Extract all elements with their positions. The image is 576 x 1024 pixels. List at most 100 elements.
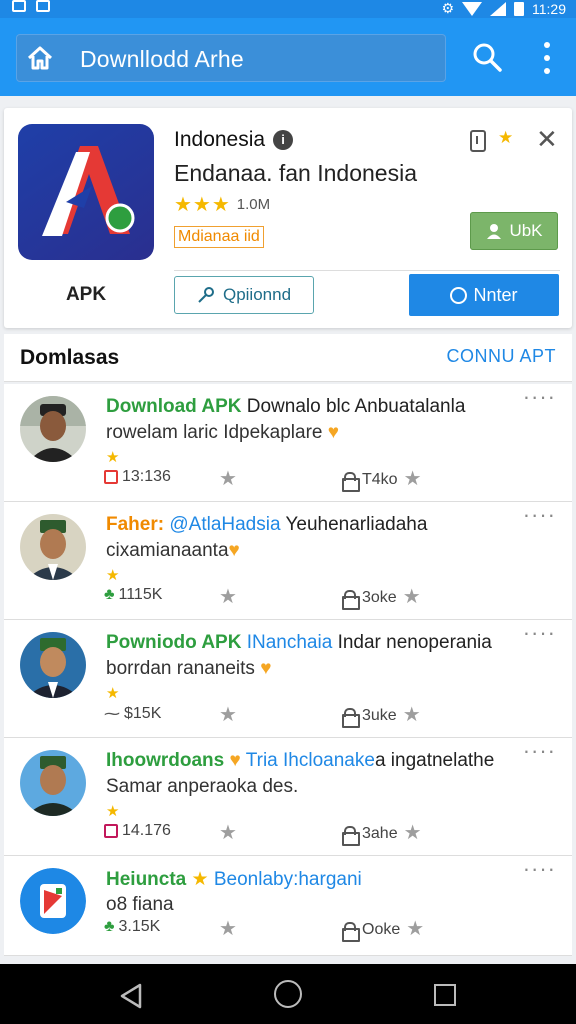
optional-button[interactable]: Qpiionnd xyxy=(174,276,314,314)
category-tag[interactable]: Mdianaa iid xyxy=(174,226,264,248)
list-item[interactable]: Ihoowrdoans ♥ Tria Ihcloanakea ingatnela… xyxy=(4,738,572,856)
item-subtext: rowelam laric Idpekaplare xyxy=(106,422,323,443)
item-handle[interactable]: INanchaia xyxy=(241,632,333,653)
battery-icon xyxy=(514,1,524,16)
item-downloads: 1115K xyxy=(118,586,163,603)
featured-app-card[interactable]: APK Indonesia i Endanaa. fan Indonesia ★… xyxy=(4,108,572,328)
item-size: 3uke xyxy=(362,706,397,724)
status-bar: ⚙ 11:29 xyxy=(0,0,576,18)
rate-star-icon[interactable]: ★ xyxy=(403,584,421,609)
clock-icon xyxy=(450,286,468,304)
item-downloads: 13:136 xyxy=(122,468,171,485)
lock-icon xyxy=(342,707,360,728)
app-logo[interactable] xyxy=(18,124,154,260)
item-text: Yeuhenarliadaha xyxy=(280,514,428,535)
rating-count: 1.0M xyxy=(236,196,271,213)
item-highlight: Download APK xyxy=(106,396,242,417)
lock-icon xyxy=(342,471,360,492)
item-handle[interactable]: @AtlaHadsia xyxy=(169,514,280,535)
section-link[interactable]: CONNU APT xyxy=(446,346,556,367)
avatar xyxy=(20,750,86,816)
home-icon[interactable] xyxy=(26,44,54,72)
app-bar: Downllodd Arhe xyxy=(0,18,576,96)
cart-icon xyxy=(104,470,118,484)
key-icon xyxy=(198,287,214,303)
home-nav-icon[interactable] xyxy=(274,980,302,1008)
lock-icon xyxy=(342,825,360,846)
item-downloads: $15K xyxy=(124,705,162,722)
user-button[interactable]: UbK xyxy=(470,212,558,250)
rate-star-icon[interactable]: ★ xyxy=(219,820,237,845)
rate-star-icon[interactable]: ★ xyxy=(403,702,421,727)
apk-label: APK xyxy=(65,284,107,305)
item-size: 3oke xyxy=(362,588,397,606)
item-more-icon[interactable]: ···· xyxy=(523,504,556,526)
item-more-icon[interactable]: ···· xyxy=(523,740,556,762)
featured-rating: ★★★ 1.0M xyxy=(174,192,270,217)
list-item[interactable]: Heiuncta ★ Beonlaby:hargani o8 fiana ···… xyxy=(4,856,572,956)
heart-icon: ♥ xyxy=(260,658,272,679)
app-title: Downllodd Arhe xyxy=(80,46,244,72)
recent-apps-icon[interactable] xyxy=(434,984,456,1006)
rating-stars-icon: ★★★ xyxy=(174,194,231,216)
heart-icon: ♥ xyxy=(229,750,241,771)
rate-star-icon[interactable]: ★ xyxy=(219,466,237,491)
item-subtext: cixamianaanta xyxy=(106,540,229,561)
list-item[interactable]: Download APK Downalo blc Anbuatalanla ro… xyxy=(4,384,572,502)
download-list: Download APK Downalo blc Anbuatalanla ro… xyxy=(4,384,572,956)
section-title: Domlasas xyxy=(20,346,120,369)
rate-star-icon[interactable]: ★ xyxy=(406,916,424,941)
small-star-icon: ★ xyxy=(106,449,120,466)
small-star-icon: ★ xyxy=(106,803,120,820)
item-handle[interactable]: Beonlaby:hargani xyxy=(209,869,362,890)
item-subtext: borrdan rananeits xyxy=(106,658,255,679)
app-logo-graphic xyxy=(42,146,135,236)
rate-star-icon[interactable]: ★ xyxy=(219,702,237,727)
item-text: Downalo blc Anbuatalanla xyxy=(241,396,466,417)
signal-icon xyxy=(490,1,506,16)
divider xyxy=(174,270,560,271)
list-item[interactable]: Powniodo APK INanchaia Indar nenoperania… xyxy=(4,620,572,738)
user-icon xyxy=(487,224,502,239)
small-star-icon: ★ xyxy=(106,567,120,584)
back-icon[interactable] xyxy=(118,982,144,1010)
close-icon[interactable]: ✕ xyxy=(536,126,558,152)
item-downloads: 14.176 xyxy=(122,822,171,839)
rate-star-icon[interactable]: ★ xyxy=(219,916,237,941)
item-handle[interactable]: Tria Ihcloanake xyxy=(241,750,375,771)
rate-star-icon[interactable]: ★ xyxy=(404,820,422,845)
navigation-bar xyxy=(0,964,576,1024)
title-bar[interactable]: Downllodd Arhe xyxy=(16,34,446,82)
rate-star-icon[interactable]: ★ xyxy=(219,584,237,609)
item-highlight: Faher: xyxy=(106,514,170,535)
image-notification-icon xyxy=(36,0,50,12)
more-options-icon[interactable] xyxy=(537,42,557,74)
small-star-icon: ★ xyxy=(106,685,120,702)
item-subtext: Samar anperaoka des. xyxy=(106,776,299,797)
featured-title: Indonesia i xyxy=(174,128,294,152)
lock-icon xyxy=(342,589,360,610)
item-size: T4ko xyxy=(362,470,398,488)
item-more-icon[interactable]: ···· xyxy=(523,858,556,880)
info-icon[interactable]: i xyxy=(273,130,294,150)
item-more-icon[interactable]: ···· xyxy=(523,386,556,408)
item-text: a ingatnelathe xyxy=(374,750,495,771)
list-item[interactable]: Faher: @AtlaHadsia Yeuhenarliadaha cixam… xyxy=(4,502,572,620)
wifi-icon xyxy=(462,1,482,16)
install-button[interactable]: Nnter xyxy=(409,274,559,316)
cart-icon xyxy=(104,824,118,838)
avatar xyxy=(20,514,86,580)
favorite-star-icon[interactable]: ★ xyxy=(498,128,513,148)
search-icon[interactable] xyxy=(470,40,504,74)
rate-star-icon[interactable]: ★ xyxy=(404,466,422,491)
settings-status-icon: ⚙ xyxy=(441,0,454,16)
lock-icon xyxy=(342,921,360,942)
phone-icon[interactable] xyxy=(470,130,486,152)
app-avatar xyxy=(20,868,86,934)
item-highlight: Ihoowrdoans xyxy=(106,750,225,771)
heart-icon: ♥ xyxy=(228,540,240,561)
star-icon: ★ xyxy=(191,869,209,890)
leaf-icon: ♣ xyxy=(104,918,115,935)
item-size: Ooke xyxy=(362,920,401,938)
item-more-icon[interactable]: ···· xyxy=(523,622,556,644)
